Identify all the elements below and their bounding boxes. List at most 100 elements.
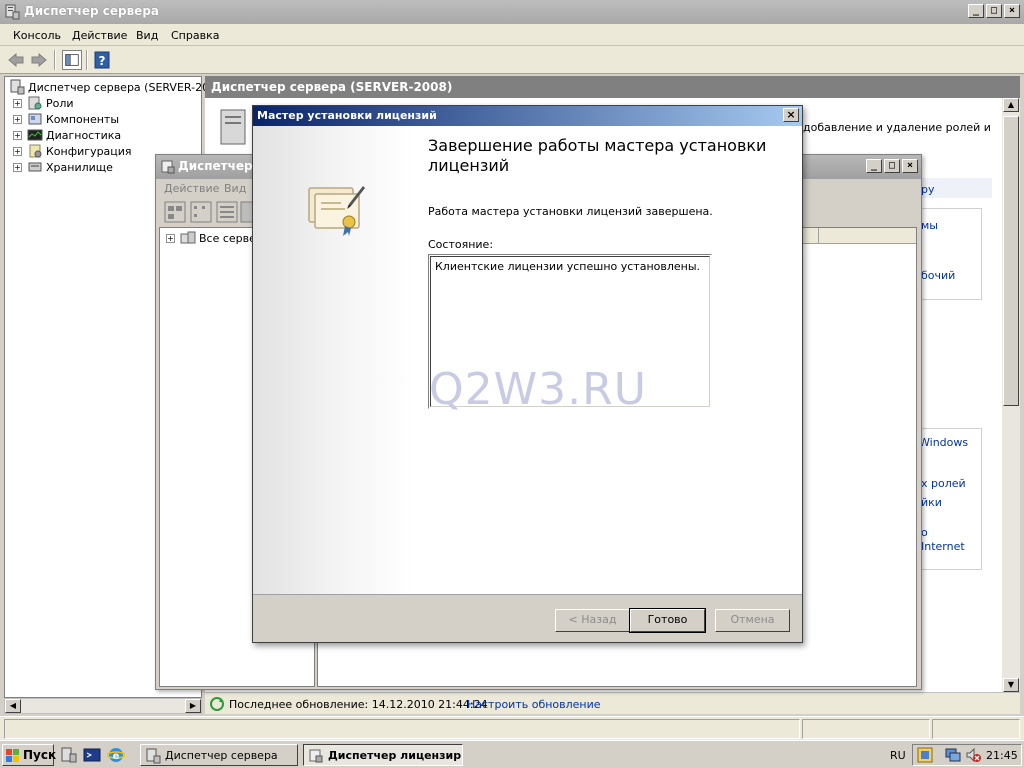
diagnostics-icon: [27, 129, 43, 141]
menu-view[interactable]: Вид: [224, 182, 246, 195]
tree-item-all-servers[interactable]: + Все серве: [160, 230, 256, 246]
roles-icon: [28, 96, 42, 110]
expand-icon[interactable]: +: [13, 146, 22, 156]
expand-icon[interactable]: +: [166, 233, 175, 243]
language-indicator[interactable]: RU: [890, 749, 906, 762]
toolbar-separator: [54, 50, 56, 70]
tree-item-roles[interactable]: + Роли: [5, 95, 74, 111]
state-label: Состояние:: [428, 238, 494, 251]
start-label: Пуск: [23, 748, 57, 762]
right-link[interactable]: бочий: [921, 269, 955, 282]
menu-bar: Консоль Действие Вид Справка: [0, 24, 1024, 46]
right-link[interactable]: йки: [921, 496, 942, 509]
last-update-text: Последнее обновление: 14.12.2010 21:44:2…: [229, 698, 488, 711]
task-server-manager[interactable]: Диспетчер сервера: [140, 744, 298, 766]
right-link[interactable]: мы: [921, 219, 938, 232]
wizard-side-banner: [253, 126, 415, 594]
minimize-button[interactable]: _: [968, 4, 984, 18]
configure-refresh-link[interactable]: Настроить обновление: [467, 698, 601, 711]
back-arrow-icon[interactable]: [6, 50, 26, 70]
clock[interactable]: 21:45: [986, 749, 1018, 762]
tray-app-icon[interactable]: [917, 747, 933, 763]
right-link[interactable]: х ролей: [921, 477, 966, 490]
right-vertical-scrollbar[interactable]: ▲ ▼: [1002, 98, 1020, 692]
status-cell: [932, 719, 1020, 739]
internet-explorer-icon[interactable]: e: [107, 746, 125, 764]
back-button[interactable]: < Назад: [555, 609, 630, 632]
right-pane-header: Диспетчер сервера (SERVER-2008): [205, 76, 1020, 98]
menu-view[interactable]: Вид: [136, 29, 158, 42]
cancel-button[interactable]: Отмена: [715, 609, 790, 632]
forward-arrow-icon[interactable]: [29, 50, 49, 70]
right-link[interactable]: о: [921, 526, 928, 539]
watermark-text: Q2W3.RU: [429, 364, 647, 415]
scrollbar-thumb[interactable]: [1003, 116, 1019, 406]
finish-button[interactable]: Готово: [629, 608, 706, 633]
task-label: Диспетчер лицензир...: [328, 749, 463, 762]
menu-action[interactable]: Действие: [164, 182, 219, 195]
tree-item-diagnostics[interactable]: + Диагностика: [5, 127, 121, 143]
expand-icon[interactable]: +: [13, 98, 22, 108]
refresh-icon[interactable]: [209, 696, 225, 712]
network-icon[interactable]: [945, 747, 963, 763]
tree-item-storage[interactable]: + Хранилище: [5, 159, 113, 175]
certificate-icon: [308, 186, 365, 236]
volume-muted-icon[interactable]: [965, 747, 981, 763]
wizard-title: Мастер установки лицензий: [257, 109, 437, 122]
expand-icon[interactable]: +: [13, 162, 22, 172]
menu-console[interactable]: Консоль: [13, 29, 61, 42]
status-bar: [0, 716, 1024, 740]
tree-item-components[interactable]: + Компоненты: [5, 111, 119, 127]
wizard-close-button[interactable]: ×: [783, 108, 799, 122]
powershell-icon[interactable]: [83, 746, 101, 764]
menu-help[interactable]: Справка: [171, 29, 219, 42]
license-install-wizard: Мастер установки лицензий × Завершение р…: [252, 105, 803, 643]
task-label: Диспетчер сервера: [165, 749, 278, 762]
right-link[interactable]: Internet: [921, 540, 965, 553]
svg-text:e: e: [113, 751, 120, 762]
taskbar: Пуск e Диспетчер сервера Диспетчер лицен…: [0, 740, 1024, 768]
task-license-manager[interactable]: Диспетчер лицензир...: [303, 744, 463, 766]
scroll-left-arrow-icon[interactable]: ◀: [5, 699, 21, 713]
wizard-button-bar: < Назад Готово Отмена: [253, 594, 802, 642]
maximize-button[interactable]: □: [884, 159, 900, 173]
tree-item-configuration[interactable]: + Конфигурация: [5, 143, 132, 159]
small-icons-view-icon[interactable]: [190, 201, 212, 223]
main-titlebar: Диспетчер сервера _ □ ×: [0, 0, 1024, 24]
expand-icon[interactable]: +: [13, 130, 22, 140]
maximize-button[interactable]: □: [986, 4, 1002, 18]
menu-action[interactable]: Действие: [72, 29, 127, 42]
storage-icon: [28, 162, 42, 172]
tree-item-label: Роли: [46, 96, 74, 110]
right-link[interactable]: Windows: [919, 436, 968, 449]
right-pane-title: Диспетчер сервера (SERVER-2008): [211, 80, 453, 94]
license-manager-icon: [161, 160, 175, 174]
tree-horizontal-scrollbar[interactable]: ◀ ▶: [4, 698, 202, 714]
toolbar-separator: [86, 50, 88, 70]
status-cell: [802, 719, 930, 739]
server-large-icon: [220, 109, 246, 145]
close-button[interactable]: ×: [902, 159, 918, 173]
server-manager-icon: [146, 748, 161, 764]
main-window-title: Диспетчер сервера: [24, 4, 159, 18]
help-icon[interactable]: ?: [92, 50, 112, 70]
svg-text:?: ?: [99, 54, 106, 68]
scroll-down-arrow-icon[interactable]: ▼: [1003, 678, 1019, 692]
show-hide-tree-icon[interactable]: [62, 50, 82, 70]
scroll-up-arrow-icon[interactable]: ▲: [1003, 98, 1019, 112]
expand-icon[interactable]: +: [13, 114, 22, 124]
start-button[interactable]: Пуск: [2, 744, 57, 766]
close-button[interactable]: ×: [1004, 4, 1020, 18]
list-view-icon[interactable]: [216, 201, 238, 223]
column-divider: [818, 228, 819, 244]
scroll-right-arrow-icon[interactable]: ▶: [185, 699, 201, 713]
server-manager-quick-icon[interactable]: [60, 746, 78, 764]
wizard-complete-message: Работа мастера установки лицензий заверш…: [428, 205, 713, 218]
tree-root-server-manager[interactable]: Диспетчер сервера (SERVER-2008): [5, 79, 227, 95]
large-icons-view-icon[interactable]: [164, 201, 186, 223]
minimize-button[interactable]: _: [866, 159, 882, 173]
components-icon: [28, 113, 42, 125]
toolbar: ?: [0, 46, 1024, 74]
tree-item-label: Все серве: [199, 231, 256, 245]
right-link[interactable]: ру: [921, 183, 935, 196]
